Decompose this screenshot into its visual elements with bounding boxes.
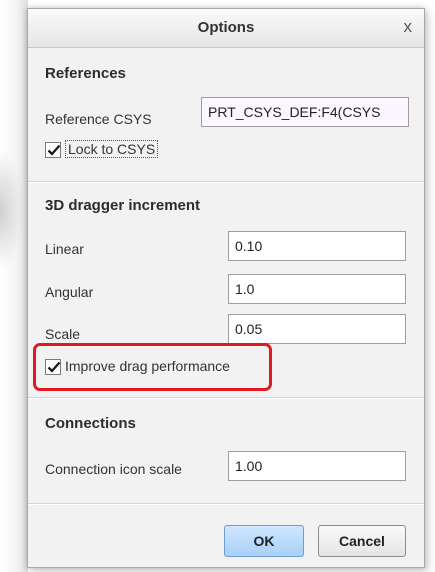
connection-icon-scale-input[interactable]: 1.00 xyxy=(228,451,406,481)
angular-input[interactable]: 1.0 xyxy=(228,274,406,304)
scale-input[interactable]: 0.05 xyxy=(228,314,406,344)
ok-button[interactable]: OK xyxy=(224,525,304,557)
reference-csys-field[interactable]: PRT_CSYS_DEF:F4(CSYS xyxy=(201,97,409,127)
dragger-section-title: 3D dragger increment xyxy=(45,197,201,214)
scale-label: Scale xyxy=(45,326,81,342)
reference-csys-label: Reference CSYS xyxy=(45,111,152,127)
background-edge xyxy=(0,0,28,572)
annotation-highlight xyxy=(33,343,272,391)
separator xyxy=(28,503,424,505)
background-shadow xyxy=(0,150,26,270)
angular-label: Angular xyxy=(45,284,94,300)
close-icon[interactable]: x xyxy=(404,17,413,37)
linear-label: Linear xyxy=(45,241,84,257)
connections-section-title: Connections xyxy=(45,415,136,432)
separator xyxy=(28,181,424,183)
linear-input[interactable]: 0.10 xyxy=(228,231,406,261)
dialog-title: Options xyxy=(197,19,255,36)
references-section-title: References xyxy=(45,65,126,82)
separator xyxy=(28,397,424,399)
options-dialog: Options x References Reference CSYS PRT_… xyxy=(27,8,425,568)
lock-checkbox-box[interactable] xyxy=(45,142,61,158)
connection-icon-scale-label: Connection icon scale xyxy=(45,461,182,477)
lock-to-csys-label: Lock to CSYS xyxy=(65,140,159,158)
checkmark-icon xyxy=(47,144,61,156)
title-bar[interactable]: Options x xyxy=(28,9,424,48)
cancel-button[interactable]: Cancel xyxy=(318,525,406,557)
